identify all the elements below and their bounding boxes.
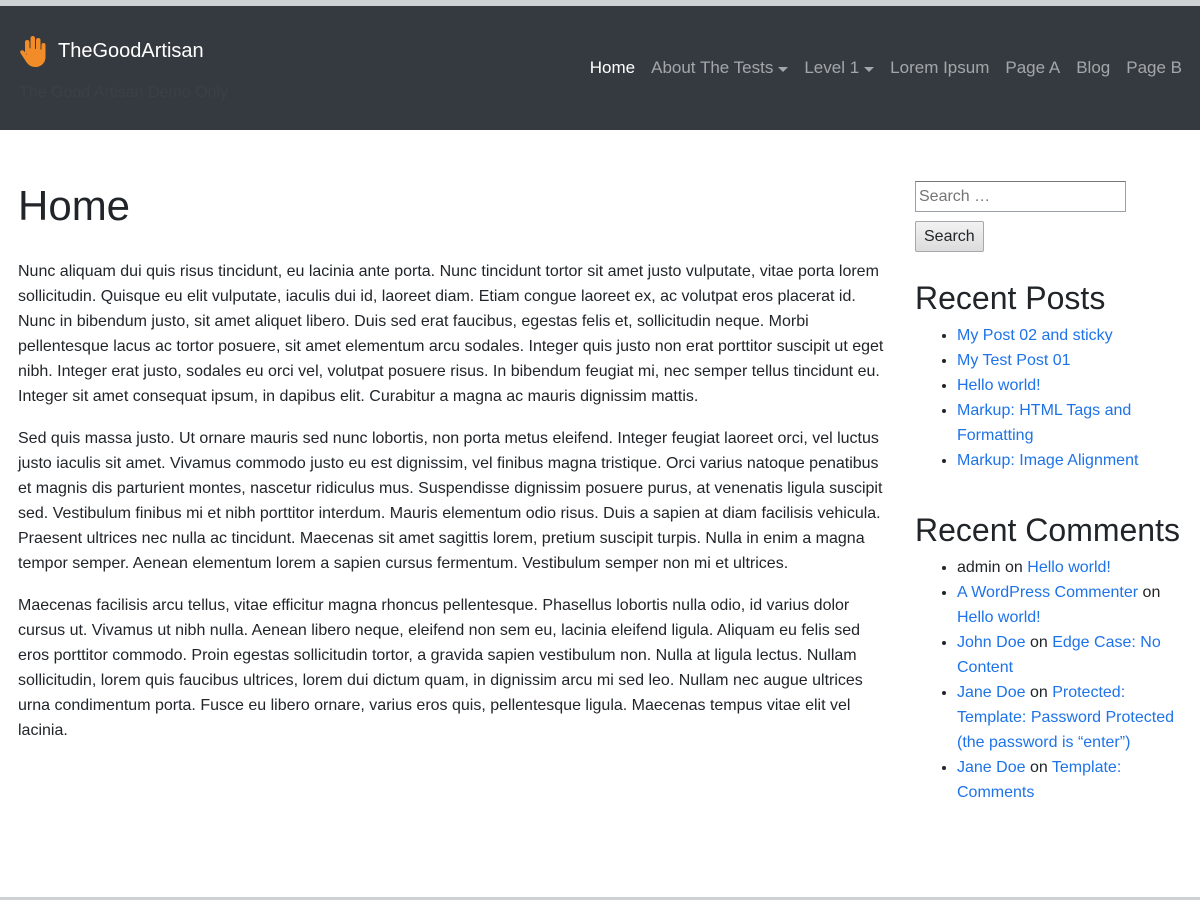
comment-on-text: on [1029, 759, 1048, 776]
recent-post-link[interactable]: My Test Post 01 [957, 352, 1071, 369]
recent-comments-widget: Recent Comments admin on Hello world! A … [915, 511, 1185, 805]
nav-item-home[interactable]: Home [590, 57, 635, 79]
nav-item-lorem-ipsum[interactable]: Lorem Ipsum [890, 57, 989, 79]
comment-on-text: on [1029, 684, 1048, 701]
hand-icon [20, 36, 46, 67]
sidebar: Search Recent Posts My Post 02 and stick… [915, 181, 1185, 805]
nav-item-level-1[interactable]: Level 1 [804, 57, 875, 79]
list-item: My Test Post 01 [957, 348, 1185, 373]
content-paragraph: Nunc aliquam dui quis risus tincidunt, e… [18, 263, 884, 405]
nav-item-label: Level 1 [804, 58, 860, 77]
nav-item-about-the-tests[interactable]: About The Tests [651, 57, 789, 79]
page-title: Home [18, 182, 131, 229]
comment-author-link[interactable]: John Doe [957, 634, 1026, 651]
recent-comments-title: Recent Comments [915, 512, 1180, 548]
site-tagline: The Good Artisan Demo Only [19, 84, 228, 101]
nav-item-page-b[interactable]: Page B [1126, 57, 1182, 79]
comment-author-link[interactable]: Jane Doe [957, 759, 1026, 776]
list-item: Markup: Image Alignment [957, 448, 1185, 473]
main-navigation: Home About The Tests Level 1 Lorem Ipsum… [590, 57, 1182, 79]
list-item: Jane Doe on Protected: Template: Passwor… [957, 680, 1185, 755]
site-title[interactable]: TheGoodArtisan [58, 39, 204, 63]
comment-post-link[interactable]: Hello world! [957, 609, 1041, 626]
comment-author-link[interactable]: Jane Doe [957, 684, 1026, 701]
nav-item-page-a[interactable]: Page A [1005, 57, 1060, 79]
comment-author: admin [957, 559, 1001, 576]
search-input[interactable] [915, 181, 1126, 212]
list-item: A WordPress Commenter on Hello world! [957, 580, 1185, 630]
caret-down-icon [778, 66, 789, 72]
content-paragraph: Maecenas facilisis arcu tellus, vitae ef… [18, 597, 863, 739]
nav-item-label: About The Tests [651, 58, 774, 77]
recent-posts-widget: Recent Posts My Post 02 and sticky My Te… [915, 279, 1185, 473]
search-widget: Search [915, 181, 1185, 252]
comment-post-link[interactable]: Hello world! [1027, 559, 1111, 576]
site-brand[interactable]: TheGoodArtisan [18, 34, 204, 68]
recent-posts-list: My Post 02 and sticky My Test Post 01 He… [915, 323, 1185, 473]
nav-item-blog[interactable]: Blog [1076, 57, 1110, 79]
search-button[interactable]: Search [915, 221, 984, 252]
list-item: admin on Hello world! [957, 555, 1185, 580]
list-item: John Doe on Edge Case: No Content [957, 630, 1185, 680]
list-item: Markup: HTML Tags and Formatting [957, 398, 1185, 448]
recent-post-link[interactable]: Hello world! [957, 377, 1041, 394]
main-content: Home Nunc aliquam dui quis risus tincidu… [18, 178, 884, 760]
comment-on-text: on [1142, 584, 1161, 601]
content-paragraph: Sed quis massa justo. Ut ornare mauris s… [18, 430, 883, 572]
site-header: TheGoodArtisan The Good Artisan Demo Onl… [0, 6, 1200, 130]
recent-comments-list: admin on Hello world! A WordPress Commen… [915, 555, 1185, 805]
recent-post-link[interactable]: My Post 02 and sticky [957, 327, 1113, 344]
list-item: My Post 02 and sticky [957, 323, 1185, 348]
comment-on-text: on [1005, 559, 1023, 576]
recent-posts-title: Recent Posts [915, 280, 1106, 316]
comment-author-link[interactable]: A WordPress Commenter [957, 584, 1138, 601]
recent-post-link[interactable]: Markup: HTML Tags and Formatting [957, 402, 1131, 444]
list-item: Jane Doe on Template: Comments [957, 755, 1185, 805]
list-item: Hello world! [957, 373, 1185, 398]
caret-down-icon [864, 66, 875, 72]
recent-post-link[interactable]: Markup: Image Alignment [957, 452, 1138, 469]
comment-on-text: on [1029, 634, 1048, 651]
